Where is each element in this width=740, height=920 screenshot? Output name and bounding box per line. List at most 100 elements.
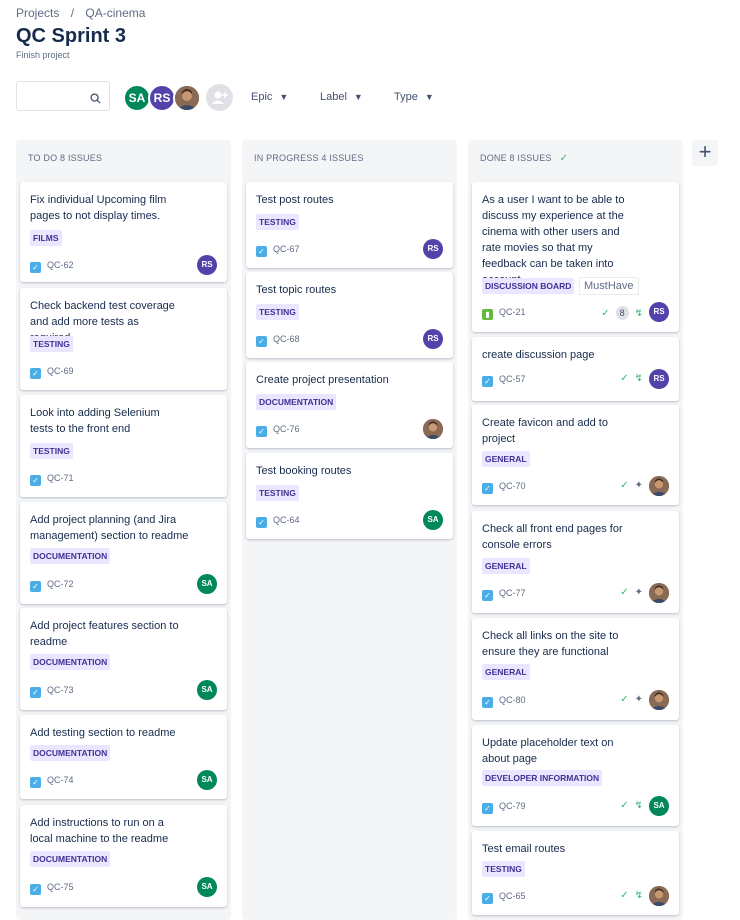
issue-key-row: ✓ QC-65 [482,891,526,904]
issue-card[interactable]: Add testing section to readme DOCUMENTAT… [20,715,227,799]
assignee-avatar[interactable] [649,886,669,906]
column-todo: TO DO 8 ISSUES Fix individual Upcoming f… [16,140,231,920]
issue-key: QC-80 [499,695,526,705]
issue-key: QC-69 [47,366,74,376]
pull-request-icon: ↯ [634,308,643,319]
done-check-icon: ✓ [620,890,629,901]
issue-card[interactable]: Fix individual Upcoming film pages to no… [20,182,227,282]
epic-filter[interactable]: Epic ▼ [251,91,288,103]
search-icon [90,91,101,109]
issue-card[interactable]: Check all links on the site to ensure th… [472,618,679,720]
card-title: Fix individual Upcoming film pages to no… [30,194,167,222]
column-header: IN PROGRESS 4 ISSUES [254,153,364,163]
assignee-avatar[interactable] [649,583,669,603]
assignee-avatar[interactable]: SA [197,877,217,897]
breadcrumb-projects-link[interactable]: Projects [16,6,59,20]
avatar-filter-photo[interactable] [173,84,201,112]
issue-card[interactable]: Create project presentation DOCUMENTATIO… [246,362,453,448]
type-filter-label: Type [394,91,418,103]
card-title: Test post routes [256,194,334,206]
done-check-icon: ✓ [620,800,629,811]
card-title: Check all front end pages for console er… [482,523,623,551]
issue-key: QC-70 [499,481,526,491]
card-label: GENERAL [482,664,530,680]
issue-card[interactable]: create discussion page ✓ QC-57 ✓ ↯ RS [472,337,679,401]
type-filter[interactable]: Type ▼ [394,91,434,103]
assignee-avatar[interactable]: RS [423,329,443,349]
assignee-avatar[interactable] [649,690,669,710]
card-label: DOCUMENTATION [30,745,111,761]
issue-key-row: ✓ QC-80 [482,695,526,708]
issue-meta: ✓ ✦ [620,694,643,705]
assignee-avatar[interactable]: RS [197,255,217,275]
card-title: Test email routes [482,843,566,855]
column-done: DONE 8 ISSUES ✓ As a user I want to be ab… [468,140,683,920]
story-points-badge: 8 [615,306,629,320]
issue-meta: ✓ ↯ [620,373,643,384]
issue-meta: ✓ ↯ [620,890,643,901]
done-check-icon: ✓ [601,308,610,319]
card-label: TESTING [256,304,299,320]
breadcrumb-project-link[interactable]: QA-cinema [85,6,145,20]
avatar-filter-sa[interactable]: SA [123,84,151,112]
issue-key-row: ✓ QC-75 [30,882,74,895]
card-label: GENERAL [482,451,530,467]
issue-card[interactable]: As a user I want to be able to discuss m… [472,182,679,332]
issue-key: QC-72 [47,579,74,589]
issue-card[interactable]: Test email routes TESTING ✓ QC-65 ✓ ↯ [472,831,679,915]
commit-icon: ✦ [634,587,643,598]
assignee-avatar[interactable]: RS [649,369,669,389]
sprint-goal: Finish project [16,50,70,60]
task-icon: ✓ [256,517,267,528]
card-title: Add project planning (and Jira managemen… [30,514,189,542]
card-title: create discussion page [482,349,595,361]
assignee-avatar[interactable]: SA [197,574,217,594]
issue-card[interactable]: Test topic routes TESTING ✓ QC-68 RS [246,272,453,358]
issue-card[interactable]: Add project features section to readme D… [20,608,227,710]
avatar-filter-rs[interactable]: RS [148,84,176,112]
issue-card[interactable]: Test booking routes TESTING ✓ QC-64 SA [246,453,453,539]
assignee-avatar[interactable]: RS [649,302,669,322]
assignee-avatar[interactable]: SA [197,680,217,700]
card-title: Create favicon and add to project [482,417,608,445]
assignee-avatar[interactable] [649,476,669,496]
issue-key: QC-73 [47,685,74,695]
column-header: DONE 8 ISSUES ✓ [480,153,568,164]
task-icon: ✓ [482,697,493,708]
search-box[interactable] [16,81,110,111]
add-column-button[interactable]: + [692,140,718,166]
issue-card[interactable]: Add project planning (and Jira managemen… [20,502,227,604]
add-people-button[interactable] [206,84,233,111]
user-photo-icon [175,86,199,110]
card-label: TESTING [256,214,299,230]
issue-key-row: ✓ QC-62 [30,260,74,273]
search-input[interactable] [21,82,95,110]
epic-filter-label: Epic [251,91,273,103]
column-header: TO DO 8 ISSUES [28,153,103,163]
assignee-avatar[interactable]: SA [649,796,669,816]
issue-key: QC-71 [47,473,74,483]
card-label: TESTING [30,443,73,459]
issue-card[interactable]: Look into adding Selenium tests to the f… [20,395,227,497]
assignee-avatar[interactable]: SA [423,510,443,530]
issue-card[interactable]: Create favicon and add to project GENERA… [472,405,679,505]
issue-key: QC-64 [273,515,300,525]
done-check-icon: ✓ [620,694,629,705]
chevron-down-icon: ▼ [279,92,289,102]
issue-card[interactable]: Test post routes TESTING ✓ QC-67 RS [246,182,453,268]
issue-meta: ✓ 8 ↯ [601,306,643,320]
assignee-avatar[interactable] [423,419,443,439]
issue-card[interactable]: Add instructions to run on a local machi… [20,805,227,907]
issue-key: QC-77 [499,588,526,598]
task-icon: ✓ [482,893,493,904]
issue-card[interactable]: Update placeholder text on about page DE… [472,725,679,826]
label-filter[interactable]: Label ▼ [320,91,363,103]
task-icon: ✓ [30,777,41,788]
issue-card[interactable]: Check all front end pages for console er… [472,511,679,613]
assignee-avatar[interactable]: RS [423,239,443,259]
assignee-avatar[interactable]: SA [197,770,217,790]
card-title: Add instructions to run on a local machi… [30,817,169,845]
issue-card[interactable]: Check backend test coverage and add more… [20,288,227,390]
issue-key: QC-79 [499,801,526,811]
task-icon: ✓ [30,884,41,895]
